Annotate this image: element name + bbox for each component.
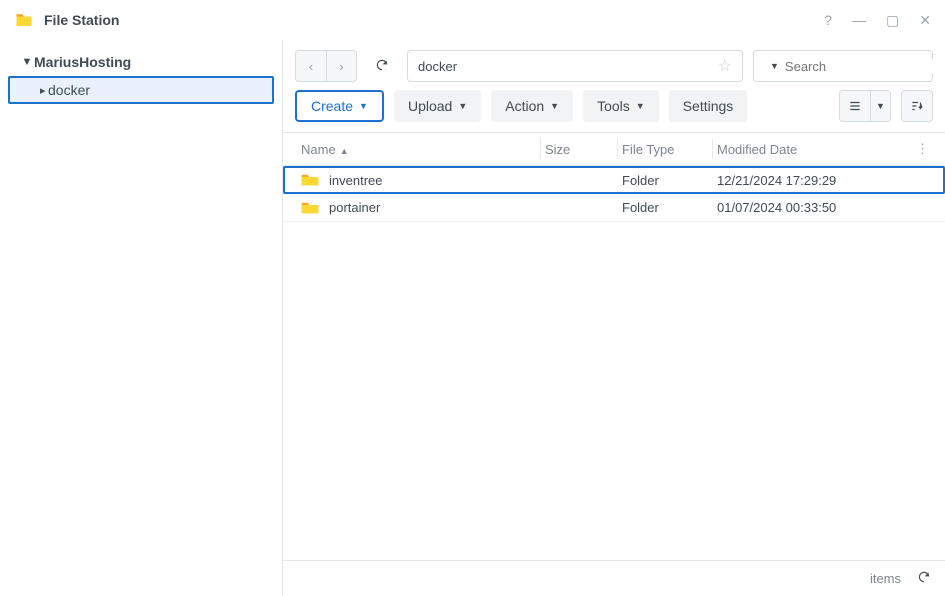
tools-button-label: Tools [597,98,630,114]
action-button-label: Action [505,98,544,114]
chevron-down-icon[interactable]: ▼ [770,61,779,71]
chevron-down-icon: ▼ [458,101,467,111]
path-input[interactable] [418,59,718,74]
refresh-icon [917,570,931,584]
column-header: Name ▲ Size File Type Modified Date ⋮ [283,132,945,166]
path-input-container: ☆ [407,50,743,82]
titlebar: File Station ? — ▢ ✕ [0,0,945,40]
refresh-icon [375,58,389,72]
nav-forward-button[interactable]: › [326,51,356,81]
minimize-icon[interactable]: — [852,12,866,28]
column-file-type[interactable]: File Type [622,142,712,157]
tools-button[interactable]: Tools ▼ [583,90,659,122]
window-controls: ? — ▢ ✕ [824,12,931,29]
items-count-label: items [870,571,901,586]
maximize-icon[interactable]: ▢ [886,12,899,29]
favorite-star-icon[interactable]: ☆ [718,56,732,76]
chevron-down-icon: ▼ [550,101,559,111]
table-row[interactable]: portainer Folder 01/07/2024 00:33:50 [283,194,945,222]
view-list-button[interactable] [840,91,870,121]
view-dropdown-button[interactable]: ▼ [870,91,890,121]
file-name: portainer [329,200,380,215]
nav-buttons: ‹ › [295,50,357,82]
folder-icon [301,173,319,187]
app-title: File Station [44,12,824,28]
search-input[interactable] [785,59,945,74]
search-container: ▼ [753,50,933,82]
sort-asc-icon: ▲ [340,146,349,156]
file-grid: inventree Folder 12/21/2024 17:29:29 portai… [283,166,945,560]
sort-button[interactable] [901,90,933,122]
create-button[interactable]: Create ▼ [295,90,384,122]
file-type: Folder [622,200,712,215]
upload-button-label: Upload [408,98,452,114]
list-icon [848,99,862,113]
folder-icon [301,201,319,215]
path-toolbar: ‹ › ☆ ▼ [283,50,945,90]
nav-back-button[interactable]: ‹ [296,51,326,81]
main-pane: ‹ › ☆ ▼ Create ▼ Upload ▼ [282,40,945,596]
chevron-right-icon[interactable]: ▸ [30,84,44,97]
file-date: 12/21/2024 17:29:29 [717,173,933,188]
file-station-window: File Station ? — ▢ ✕ ▼ MariusHosting ▸ d… [0,0,945,596]
app-folder-icon [14,10,34,30]
action-button[interactable]: Action ▼ [491,90,573,122]
column-size[interactable]: Size [545,142,617,157]
folder-tree: ▼ MariusHosting ▸ docker [0,40,282,596]
tree-item-label: docker [48,82,90,98]
tree-root[interactable]: ▼ MariusHosting [8,48,274,76]
status-refresh-button[interactable] [917,570,931,587]
column-more-icon[interactable]: ⋮ [912,141,933,157]
create-button-label: Create [311,98,353,114]
close-icon[interactable]: ✕ [919,12,931,29]
column-modified-date[interactable]: Modified Date [717,142,912,157]
tree-root-label: MariusHosting [34,54,131,70]
view-mode-group: ▼ [839,90,891,122]
file-date: 01/07/2024 00:33:50 [717,200,933,215]
chevron-down-icon[interactable]: ▼ [20,56,34,68]
tree-item-docker[interactable]: ▸ docker [8,76,274,104]
column-name[interactable]: Name ▲ [295,142,540,157]
settings-button[interactable]: Settings [669,90,748,122]
column-name-label: Name [301,142,336,157]
sort-icon [910,99,924,113]
help-icon[interactable]: ? [824,12,832,28]
chevron-down-icon: ▼ [876,101,885,111]
upload-button[interactable]: Upload ▼ [394,90,481,122]
refresh-button[interactable] [367,51,397,81]
table-row[interactable]: inventree Folder 12/21/2024 17:29:29 [283,166,945,194]
action-toolbar: Create▼ Upload▼ Action▼ Tools▼ Settings … [283,90,945,132]
status-bar: items [283,560,945,596]
chevron-down-icon: ▼ [359,101,368,111]
file-name: inventree [329,173,382,188]
file-type: Folder [622,173,712,188]
chevron-down-icon: ▼ [636,101,645,111]
